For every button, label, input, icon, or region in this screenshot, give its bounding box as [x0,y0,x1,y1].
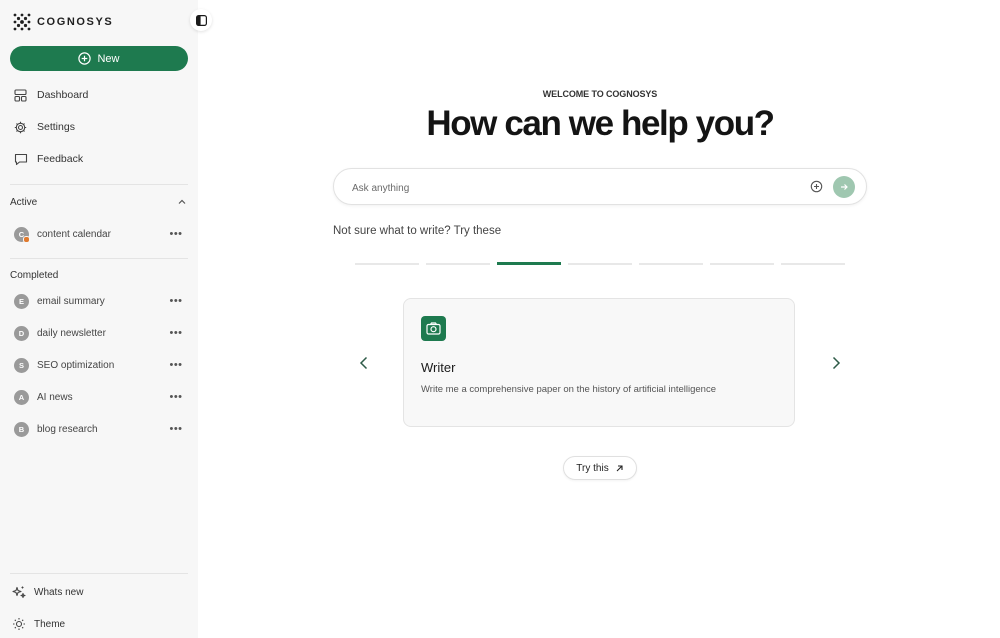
sparkle-icon [12,585,26,599]
avatar: A [14,389,29,405]
task-item-email-summary[interactable]: E email summary ••• [14,292,184,310]
carousel-indicator-segment[interactable] [355,263,419,265]
theme-label: Theme [34,618,66,630]
sun-icon [12,617,26,631]
theme-toggle[interactable]: Theme [12,615,65,633]
sidebar-divider [10,258,188,259]
chevron-up-icon[interactable] [177,197,187,207]
more-options-icon[interactable]: ••• [168,295,184,307]
completed-heading: Completed [10,270,59,281]
whats-new-label: Whats new [34,586,84,598]
more-options-icon[interactable]: ••• [168,359,184,371]
more-options-icon[interactable]: ••• [168,327,184,339]
avatar: E [14,293,29,309]
task-label: blog research [37,423,98,435]
avatar: S [14,357,29,373]
more-options-icon[interactable]: ••• [168,228,184,240]
sidebar-item-label: Dashboard [37,89,89,101]
logo-icon [13,13,31,31]
brand-name: COGNOSYS [37,16,114,28]
new-button[interactable]: New [10,46,188,71]
carousel-indicator-segment[interactable] [497,262,561,265]
sidebar-item-dashboard[interactable]: Dashboard [14,85,88,105]
sidebar-toggle-icon [195,14,207,26]
active-heading: Active [10,197,38,208]
search-input[interactable] [350,178,794,198]
carousel-indicator-segment[interactable] [639,263,703,265]
arrow-up-right-icon [616,464,623,471]
card-title: Writer [421,360,456,375]
sidebar: COGNOSYS New Dashboard Settings Feedback… [0,0,198,638]
sidebar-divider [10,184,188,185]
task-label: SEO optimization [37,359,115,371]
card-description: Write me a comprehensive paper on the hi… [421,384,716,395]
chat-icon [14,152,28,166]
task-item-blog-research[interactable]: B blog research ••• [14,420,184,438]
welcome-label: WELCOME TO COGNOSYS [542,89,658,99]
avatar: B [14,421,29,437]
camera-icon [421,316,446,341]
avatar: C [14,226,30,243]
sidebar-toggle-button[interactable] [190,9,212,31]
carousel-indicator-segment[interactable] [568,263,632,265]
carousel-prev-icon[interactable] [358,355,370,371]
more-options-icon[interactable]: ••• [168,391,184,403]
search-bar [333,168,867,205]
brand-logo[interactable]: COGNOSYS [12,12,113,32]
carousel-next-icon[interactable] [830,355,842,371]
carousel-indicator-segment[interactable] [781,263,845,265]
task-label: daily newsletter [37,327,106,339]
suggestion-card[interactable]: Writer Write me a comprehensive paper on… [403,298,795,427]
task-item-seo-optimization[interactable]: S SEO optimization ••• [14,356,184,374]
arrow-right-icon [841,184,848,190]
whats-new-link[interactable]: Whats new [12,583,83,601]
try-this-button[interactable]: Try this [563,456,637,480]
plus-circle-icon [78,52,92,65]
sidebar-item-feedback[interactable]: Feedback [14,149,83,169]
task-label: email summary [37,295,105,307]
sidebar-item-settings[interactable]: Settings [14,117,75,137]
try-this-label: Try this [576,462,609,474]
sidebar-item-label: Feedback [37,153,84,165]
sidebar-divider [10,573,188,574]
carousel-indicator-segment[interactable] [426,263,490,265]
task-item-content-calendar[interactable]: C content calendar ••• [14,225,184,243]
avatar: D [14,325,29,341]
task-label: AI news [37,391,73,403]
send-button[interactable] [833,176,855,198]
attach-plus-icon[interactable] [810,180,823,193]
gear-icon [14,120,28,134]
suggestion-hint: Not sure what to write? Try these [333,225,502,237]
task-item-ai-news[interactable]: A AI news ••• [14,388,184,406]
more-options-icon[interactable]: ••• [168,423,184,435]
sidebar-item-label: Settings [37,121,75,133]
carousel-indicator-segment[interactable] [710,263,774,265]
task-item-daily-newsletter[interactable]: D daily newsletter ••• [14,324,184,342]
status-dot [23,235,30,243]
task-label: content calendar [37,228,111,240]
dashboard-icon [14,88,28,102]
new-button-label: New [97,52,120,65]
page-title: How can we help you? [426,104,775,143]
